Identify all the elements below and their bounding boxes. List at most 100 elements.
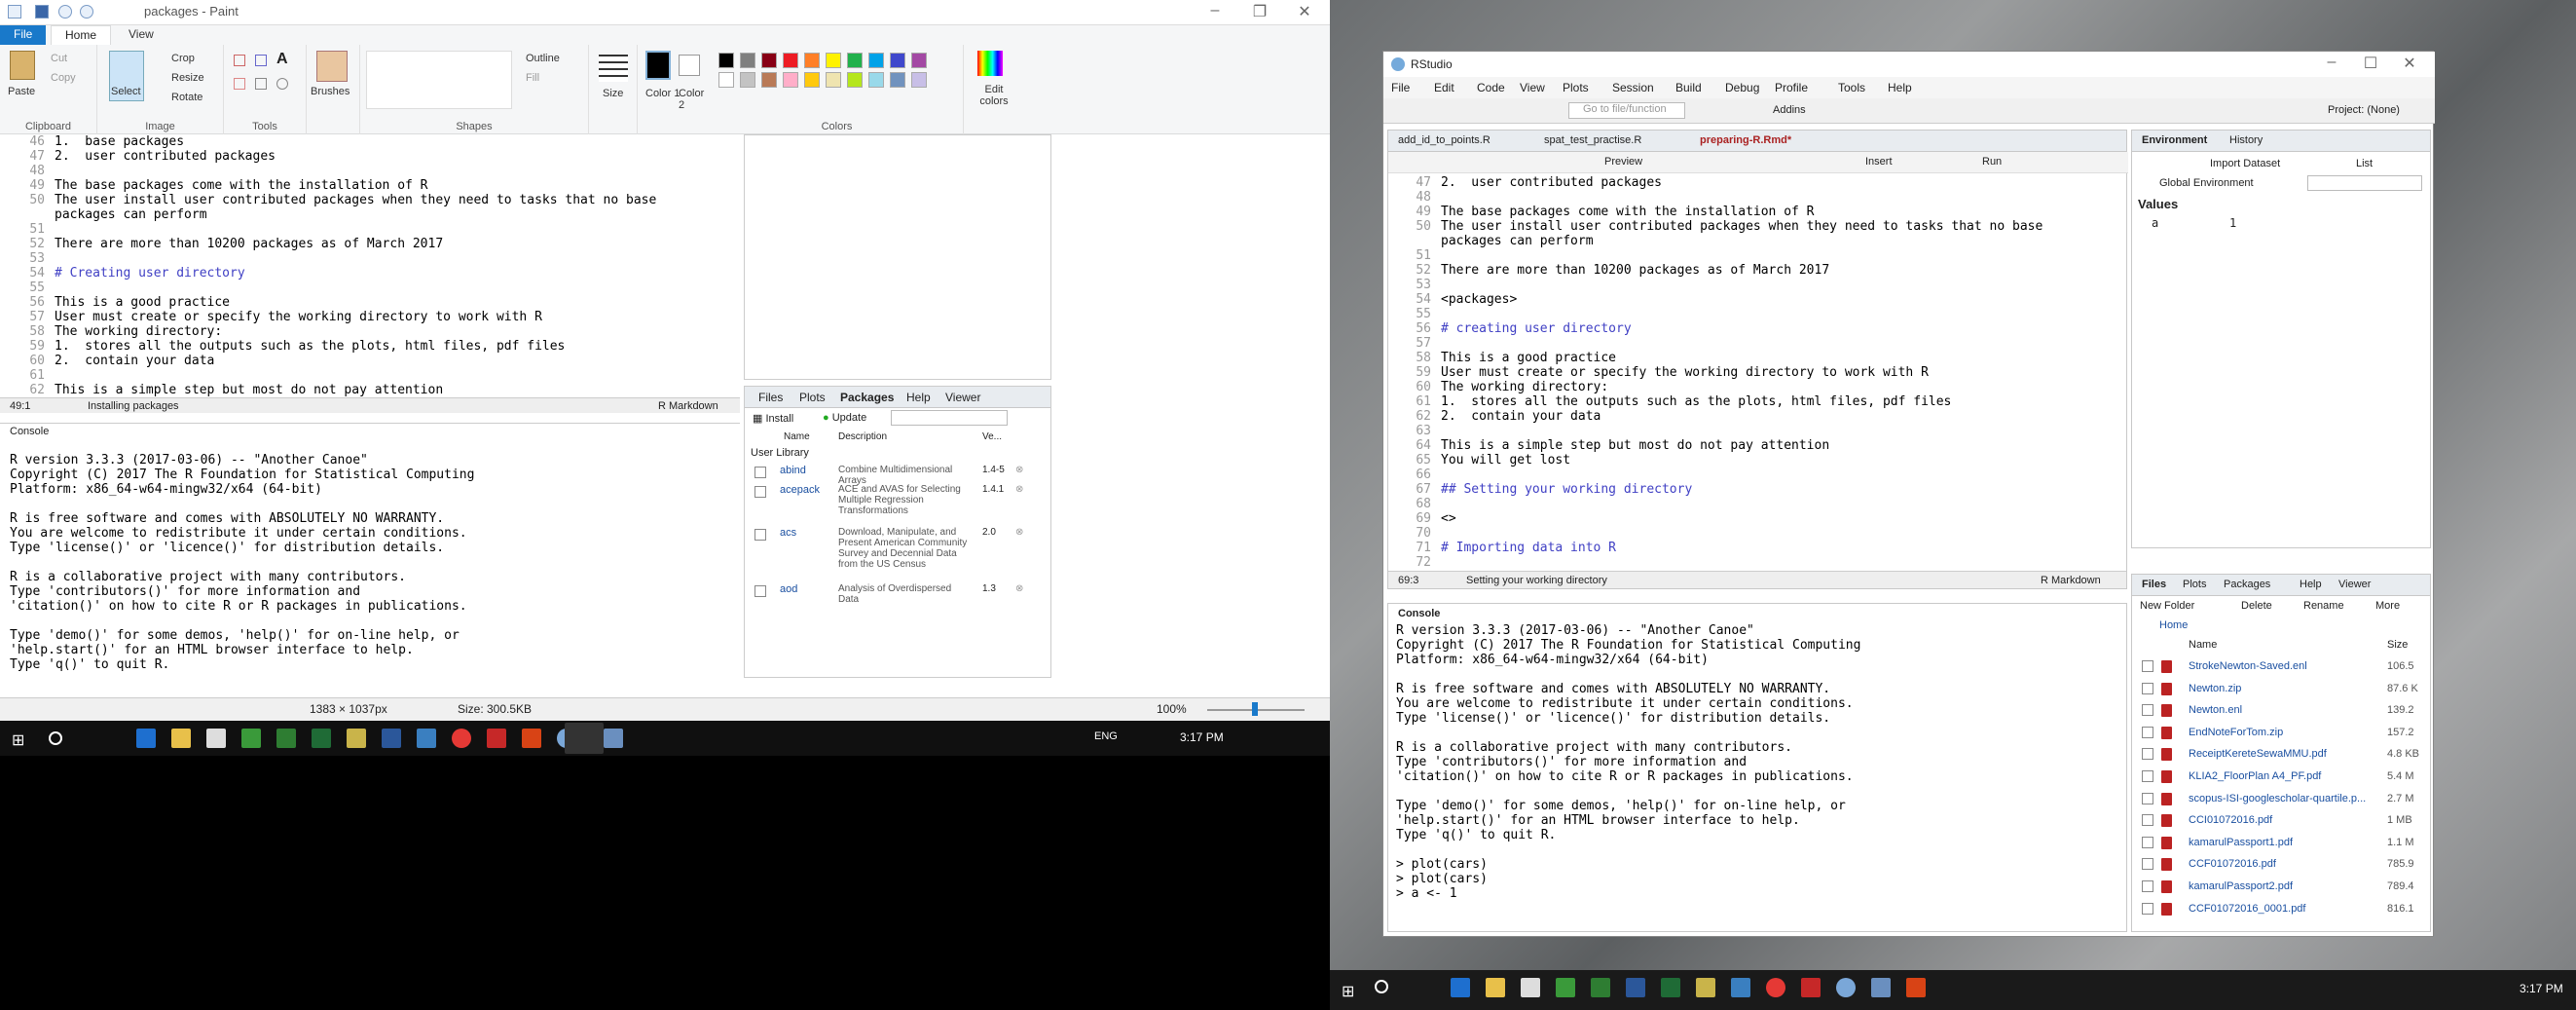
palette-swatch[interactable]	[847, 53, 863, 68]
package-row[interactable]: abind Combine Multidimensional Arrays 1.4-…	[745, 463, 1037, 486]
palette-swatch[interactable]	[890, 72, 905, 88]
new-folder-button[interactable]: New Folder	[2140, 600, 2194, 612]
package-name[interactable]: abind	[780, 465, 806, 476]
fill-icon[interactable]	[255, 55, 267, 66]
color2-swatch[interactable]	[679, 55, 700, 76]
app-icon-3[interactable]	[417, 729, 436, 748]
file-checkbox[interactable]	[2142, 814, 2153, 827]
remove-icon[interactable]: ⊗	[1015, 465, 1023, 475]
word-icon[interactable]	[382, 729, 401, 748]
mode-label[interactable]: R Markdown	[2041, 575, 2101, 586]
tab-help[interactable]: Help	[2300, 579, 2322, 590]
close-button[interactable]: ✕	[1285, 2, 1324, 21]
tab-plots[interactable]: Plots	[799, 391, 826, 404]
file-checkbox[interactable]	[2142, 682, 2153, 694]
file-checkbox[interactable]	[2142, 770, 2153, 782]
undo-icon[interactable]	[58, 5, 72, 19]
package-checkbox[interactable]	[754, 585, 766, 597]
copy-button[interactable]: Copy	[51, 72, 76, 84]
tab-history[interactable]: History	[2229, 134, 2263, 146]
project-menu[interactable]: Project: (None)	[2328, 104, 2400, 116]
tab-files[interactable]: Files	[2142, 579, 2166, 590]
file-checkbox[interactable]	[2142, 836, 2153, 848]
package-checkbox[interactable]	[754, 529, 766, 541]
file-name[interactable]: StrokeNewton-Saved.enl	[2189, 660, 2307, 672]
col-name[interactable]: Name	[2189, 639, 2217, 651]
menu-edit[interactable]: Edit	[1434, 81, 1454, 94]
size-icon[interactable]	[599, 55, 628, 82]
brushes-button[interactable]: Brushes	[311, 86, 350, 97]
word-icon[interactable]	[1626, 978, 1645, 997]
remove-icon[interactable]: ⊗	[1015, 527, 1023, 538]
file-row[interactable]: kamarulPassport1.pdf 1.1 M	[2132, 833, 2424, 854]
acrobat-icon[interactable]	[487, 729, 506, 748]
package-checkbox[interactable]	[754, 467, 766, 478]
file-row[interactable]: scopus-ISI-googlescholar-quartile.p... 2.…	[2132, 789, 2424, 810]
package-row[interactable]: aod Analysis of Overdispersed Data 1.3 ⊗	[745, 581, 1037, 605]
delete-button[interactable]: Delete	[2241, 600, 2272, 612]
color1-swatch[interactable]	[645, 51, 671, 80]
outline-dropdown[interactable]: Outline	[526, 53, 560, 64]
palette-swatch[interactable]	[826, 72, 841, 88]
file-name[interactable]: Newton.enl	[2189, 704, 2242, 716]
file-row[interactable]: EndNoteForTom.zip 157.2	[2132, 723, 2424, 744]
col-size[interactable]: Size	[2387, 639, 2408, 651]
file-checkbox[interactable]	[2142, 792, 2153, 804]
file-name[interactable]: kamarulPassport1.pdf	[2189, 837, 2293, 848]
zoom-thumb[interactable]	[1252, 702, 1258, 716]
tab-file[interactable]: File	[0, 25, 47, 45]
menu-view[interactable]: View	[1520, 81, 1545, 94]
excel-icon-2[interactable]	[312, 729, 331, 748]
insert-button[interactable]: Insert	[1865, 156, 1893, 168]
clock[interactable]: 3:17 PM	[1180, 730, 1224, 744]
close-button[interactable]: ✕	[2390, 54, 2429, 73]
file-checkbox[interactable]	[2142, 880, 2153, 892]
file-checkbox[interactable]	[2142, 858, 2153, 871]
file-row[interactable]: kamarulPassport2.pdf 789.4	[2132, 877, 2424, 898]
system-language[interactable]: ENG	[1094, 730, 1118, 742]
clock[interactable]: 3:17 PM	[2520, 982, 2563, 995]
file-checkbox[interactable]	[2142, 660, 2153, 672]
edge-icon[interactable]	[136, 729, 156, 748]
tab-home[interactable]: Home	[51, 25, 112, 45]
palette-swatch[interactable]	[804, 53, 820, 68]
eraser-icon[interactable]	[234, 78, 245, 90]
app-icon-2[interactable]	[347, 729, 366, 748]
app-icon-3[interactable]	[1696, 978, 1715, 997]
app-icon-5[interactable]	[1906, 978, 1926, 997]
menu-session[interactable]: Session	[1612, 81, 1654, 94]
edit-colors-button[interactable]: Edit colors	[970, 84, 1018, 107]
app-icon-4[interactable]	[1731, 978, 1750, 997]
file-checkbox[interactable]	[2142, 704, 2153, 717]
palette-swatch[interactable]	[890, 53, 905, 68]
tab-spat-test[interactable]: spat_test_practise.R	[1544, 134, 1641, 146]
paint-taskbar-button[interactable]	[565, 723, 604, 754]
menu-profile[interactable]: Profile	[1775, 81, 1808, 94]
tab-packages[interactable]: Packages	[840, 391, 894, 404]
tab-environment[interactable]: Environment	[2142, 134, 2207, 146]
list-view-button[interactable]: List	[2356, 158, 2373, 169]
palette-swatch[interactable]	[740, 53, 755, 68]
file-row[interactable]: StrokeNewton-Saved.enl 106.5	[2132, 656, 2424, 678]
maximize-button[interactable]: ☐	[2351, 54, 2390, 73]
edge-icon[interactable]	[1451, 978, 1470, 997]
cut-button[interactable]: Cut	[51, 53, 67, 64]
paint-canvas[interactable]: 46 1. base packages 47 2. user contributed …	[0, 134, 1324, 682]
palette-swatch[interactable]	[740, 72, 755, 88]
palette-swatch[interactable]	[761, 53, 777, 68]
brush-icon[interactable]	[316, 51, 348, 82]
file-row[interactable]: Newton.enl 139.2	[2132, 700, 2424, 722]
file-name[interactable]: CCF01072016_0001.pdf	[2189, 903, 2305, 915]
palette-swatch[interactable]	[911, 72, 927, 88]
store-icon[interactable]	[206, 729, 226, 748]
file-name[interactable]: KLIA2_FloorPlan A4_PF.pdf	[2189, 770, 2321, 782]
size-button[interactable]: Size	[603, 88, 623, 99]
start-icon[interactable]: ⊞	[12, 730, 24, 750]
package-name[interactable]: acepack	[780, 484, 820, 496]
excel-icon[interactable]	[1661, 978, 1680, 997]
env-value-row[interactable]: a1	[2132, 214, 2424, 232]
tab-viewer[interactable]: Viewer	[2338, 579, 2371, 590]
explorer-icon[interactable]	[171, 729, 191, 748]
file-row[interactable]: Newton.zip 87.6 K	[2132, 679, 2424, 700]
tab-help[interactable]: Help	[906, 391, 931, 404]
